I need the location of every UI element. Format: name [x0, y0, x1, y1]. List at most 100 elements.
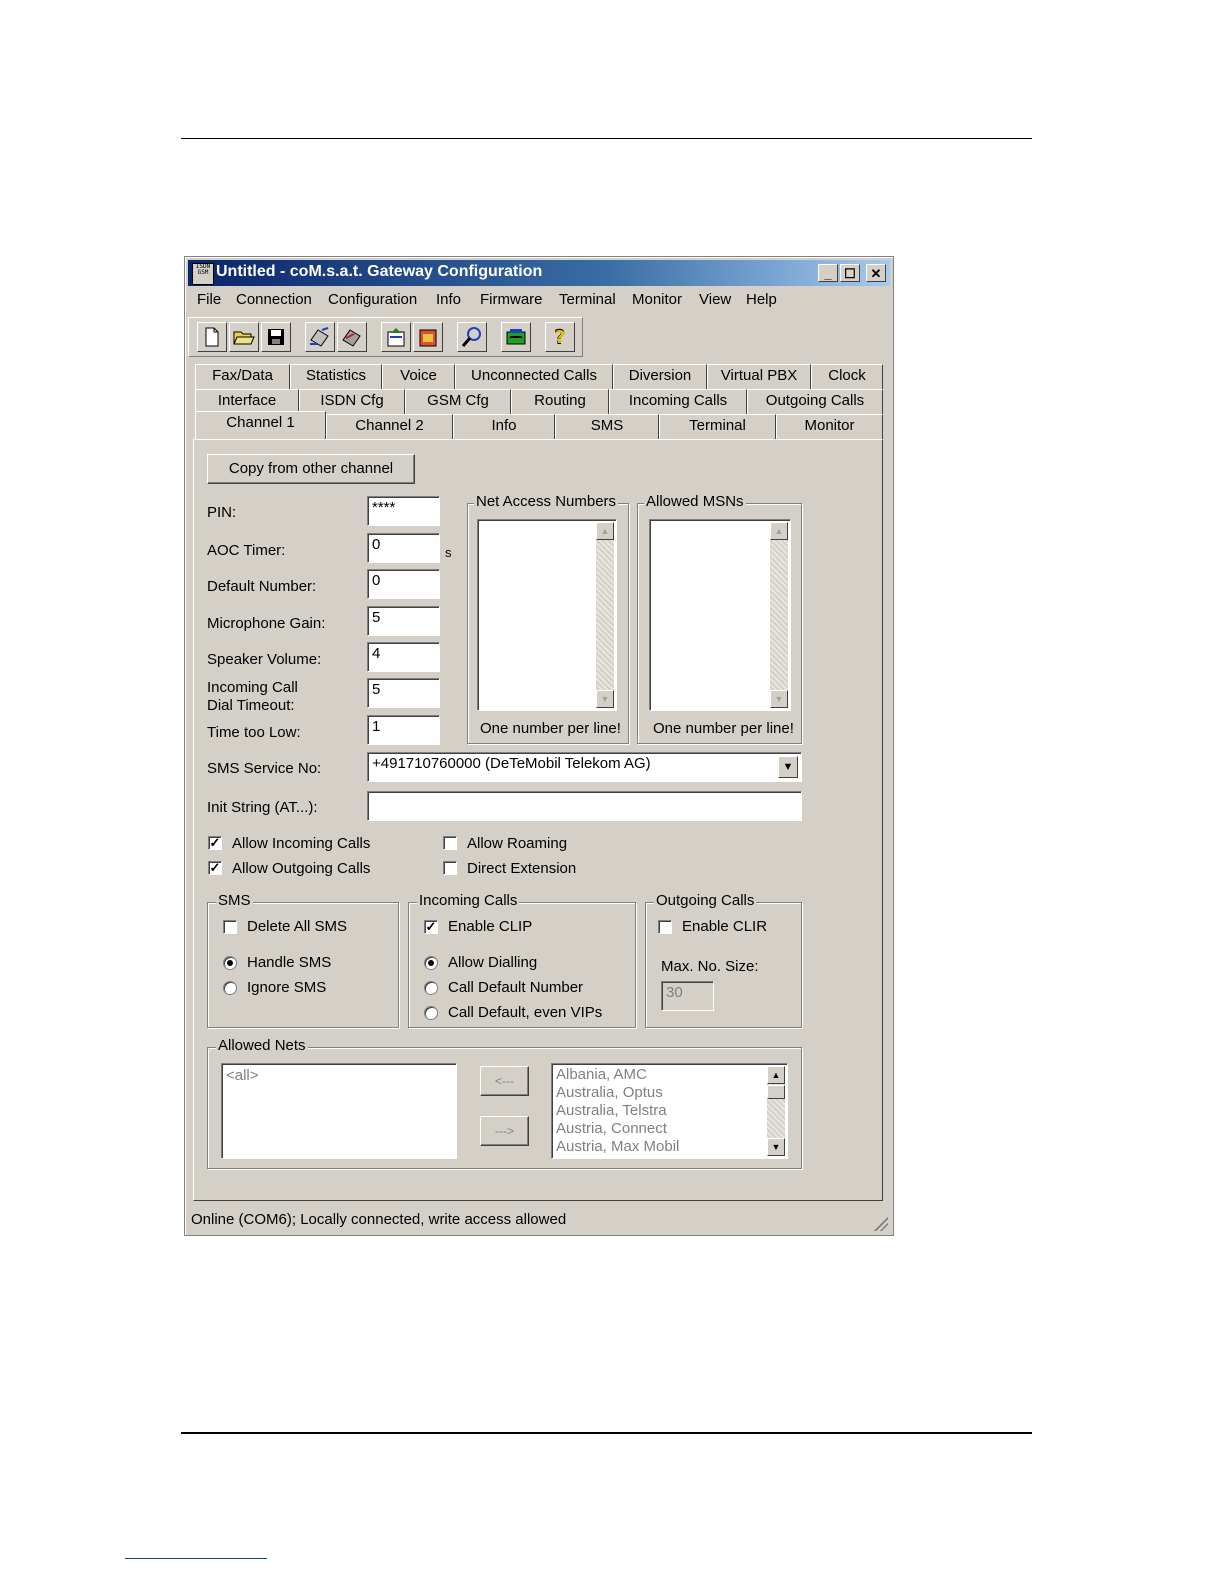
tab-clock[interactable]: Clock	[811, 364, 883, 389]
allowed-nets-selected-list[interactable]: <all>	[221, 1063, 457, 1159]
chevron-down-icon[interactable]: ▼	[778, 756, 798, 778]
microphone-gain-field[interactable]: 5	[367, 606, 440, 636]
microphone-gain-label: Microphone Gain:	[207, 615, 326, 632]
enable-clir-checkbox[interactable]	[658, 920, 672, 934]
allowed-msns-title: Allowed MSNs	[644, 493, 746, 510]
enable-clip-checkbox[interactable]: ✓	[424, 920, 438, 934]
list-item[interactable]: Australia, Telstra	[556, 1102, 667, 1120]
incoming-call-timeout-field[interactable]: 5	[367, 678, 440, 708]
menu-firmware[interactable]: Firmware	[480, 291, 543, 308]
tab-channel-2[interactable]: Channel 2	[326, 414, 453, 439]
move-left-button[interactable]: <---	[480, 1066, 529, 1096]
scroll-up-icon[interactable]: ▲	[770, 522, 788, 540]
aoc-timer-field[interactable]: 0	[367, 533, 440, 563]
read-config-icon[interactable]	[305, 322, 335, 352]
allow-outgoing-checkbox[interactable]: ✓	[208, 861, 222, 875]
call-default-number-label: Call Default Number	[448, 979, 584, 996]
call-default-vips-radio[interactable]	[424, 1006, 438, 1020]
menu-terminal[interactable]: Terminal	[559, 291, 616, 308]
menu-monitor[interactable]: Monitor	[632, 291, 682, 308]
menu-view[interactable]: View	[699, 291, 731, 308]
title-bar[interactable]: ISDN GSM Untitled - coM.s.a.t. Gateway C…	[188, 260, 890, 286]
tab-channel-1[interactable]: Channel 1	[195, 411, 326, 439]
upload-icon[interactable]	[381, 322, 411, 352]
menu-configuration[interactable]: Configuration	[328, 291, 417, 308]
search-icon[interactable]	[457, 322, 487, 352]
tab-terminal[interactable]: Terminal	[659, 414, 776, 439]
menu-help[interactable]: Help	[746, 291, 777, 308]
max-no-size-label: Max. No. Size:	[661, 958, 759, 975]
tab-gsm-cfg[interactable]: GSM Cfg	[405, 389, 511, 414]
call-default-number-radio[interactable]	[424, 981, 438, 995]
save-disk-icon[interactable]	[261, 322, 291, 352]
tab-fax-data[interactable]: Fax/Data	[195, 364, 290, 389]
pin-field[interactable]: ****	[367, 496, 440, 526]
tab-virtual-pbx[interactable]: Virtual PBX	[707, 364, 811, 389]
minimize-button[interactable]: _	[818, 264, 838, 282]
scroll-up-icon[interactable]: ▲	[767, 1066, 785, 1084]
list-item[interactable]: <all>	[226, 1067, 259, 1085]
scroll-thumb[interactable]	[767, 1085, 785, 1099]
nets-scrollbar[interactable]: ▲ ▼	[767, 1066, 785, 1156]
move-right-button[interactable]: --->	[480, 1116, 529, 1146]
tab-unconnected-calls[interactable]: Unconnected Calls	[455, 364, 613, 389]
tab-statistics[interactable]: Statistics	[290, 364, 382, 389]
net-access-numbers-list[interactable]: ▲ ▼	[477, 519, 617, 711]
time-too-low-field[interactable]: 1	[367, 715, 440, 745]
net-access-scrollbar[interactable]: ▲ ▼	[596, 522, 614, 708]
tab-outgoing-calls[interactable]: Outgoing Calls	[747, 389, 883, 414]
new-file-icon[interactable]	[197, 322, 227, 352]
speaker-volume-field[interactable]: 4	[367, 642, 440, 672]
scroll-down-icon[interactable]: ▼	[770, 690, 788, 708]
list-item[interactable]: Australia, Optus	[556, 1084, 663, 1102]
scroll-down-icon[interactable]: ▼	[596, 690, 614, 708]
incoming-call-timeout-label-1: Incoming Call	[207, 679, 298, 696]
close-button[interactable]: ✕	[866, 264, 886, 282]
menu-connection[interactable]: Connection	[236, 291, 312, 308]
list-item[interactable]: Austria, Connect	[556, 1120, 667, 1138]
scroll-up-icon[interactable]: ▲	[596, 522, 614, 540]
menu-file[interactable]: File	[197, 291, 221, 308]
direct-extension-checkbox[interactable]	[443, 861, 457, 875]
copy-from-other-channel-button[interactable]: Copy from other channel	[207, 454, 415, 484]
delete-all-sms-label: Delete All SMS	[247, 918, 348, 935]
allowed-msns-scrollbar[interactable]: ▲ ▼	[770, 522, 788, 708]
resize-grip-icon[interactable]	[874, 1217, 888, 1231]
tab-sms[interactable]: SMS	[555, 414, 659, 439]
sim-card-icon[interactable]	[501, 322, 531, 352]
default-number-field[interactable]: 0	[367, 569, 440, 599]
tab-info[interactable]: Info	[453, 414, 555, 439]
init-string-label: Init String (AT...):	[207, 799, 318, 816]
help-icon[interactable]: ??	[545, 322, 575, 352]
allow-dialling-radio[interactable]	[424, 956, 438, 970]
tab-monitor[interactable]: Monitor	[776, 414, 883, 439]
allowed-msns-list[interactable]: ▲ ▼	[649, 519, 791, 711]
allow-incoming-checkbox[interactable]: ✓	[208, 836, 222, 850]
sms-service-select[interactable]: +491710760000 (DeTeMobil Telekom AG)	[367, 752, 802, 782]
ignore-sms-radio[interactable]	[223, 981, 237, 995]
write-config-icon[interactable]	[337, 322, 367, 352]
enable-clip-label: Enable CLIP	[448, 918, 533, 935]
tab-incoming-calls[interactable]: Incoming Calls	[609, 389, 747, 414]
net-access-numbers-group: Net Access Numbers ▲ ▼ One number per li…	[467, 493, 629, 744]
open-folder-icon[interactable]	[229, 322, 259, 352]
download-icon[interactable]	[413, 322, 443, 352]
allow-roaming-checkbox[interactable]	[443, 836, 457, 850]
call-default-vips-label: Call Default, even VIPs	[448, 1004, 603, 1021]
delete-all-sms-checkbox[interactable]	[223, 920, 237, 934]
pin-label: PIN:	[207, 504, 237, 521]
default-number-label: Default Number:	[207, 578, 317, 595]
maximize-button[interactable]: ☐	[840, 264, 860, 282]
list-item[interactable]: Albania, AMC	[556, 1066, 647, 1084]
allowed-nets-available-list[interactable]: Albania, AMC Australia, Optus Australia,…	[551, 1063, 788, 1159]
list-item[interactable]: Austria, Max Mobil	[556, 1138, 679, 1156]
scroll-down-icon[interactable]: ▼	[767, 1138, 785, 1156]
menu-info[interactable]: Info	[436, 291, 461, 308]
tab-routing[interactable]: Routing	[511, 389, 609, 414]
direct-extension-label: Direct Extension	[467, 860, 577, 877]
tab-voice[interactable]: Voice	[382, 364, 455, 389]
handle-sms-radio[interactable]	[223, 956, 237, 970]
outgoing-calls-group: Outgoing Calls Enable CLIR Max. No. Size…	[645, 892, 802, 1028]
init-string-field[interactable]	[367, 791, 802, 821]
tab-diversion[interactable]: Diversion	[613, 364, 707, 389]
